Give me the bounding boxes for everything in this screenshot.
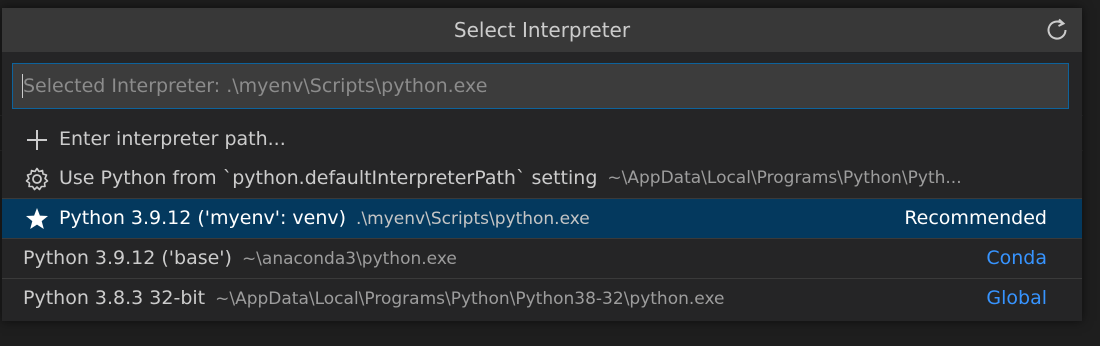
- interpreter-item-base[interactable]: Python 3.9.12 ('base') ~\anaconda3\python…: [2, 238, 1082, 278]
- list-item-description: ~\anaconda3\python.exe: [241, 249, 457, 269]
- star-icon: [26, 208, 48, 229]
- conda-badge: Conda: [986, 247, 1047, 269]
- list-item-label-text: Python 3.9.12 ('myenv': venv): [59, 207, 347, 229]
- quickpick-title-text: Select Interpreter: [453, 18, 631, 42]
- quickpick-title: Select Interpreter: [2, 8, 1082, 52]
- interpreter-item-myenv[interactable]: Python 3.9.12 ('myenv': venv) .\myenv\Scr…: [2, 198, 1082, 238]
- default-interpreter-setting-item[interactable]: Use Python from `python.defaultInterpret…: [2, 159, 1082, 198]
- interpreter-list: Enter interpreter path... Use Python fro…: [2, 120, 1082, 318]
- select-interpreter-quickpick: Select Interpreter Enter interpreter pat…: [2, 8, 1082, 321]
- interpreter-item-global[interactable]: Python 3.8.3 32-bit ~\AppData\Local\Progr…: [2, 278, 1082, 318]
- list-item-description: .\myenv\Scripts\python.exe: [356, 209, 590, 229]
- list-item-label: Enter interpreter path...: [59, 128, 286, 150]
- list-item-label-text: Python 3.8.3 32-bit: [23, 287, 206, 309]
- list-item-label-text: Python 3.9.12 ('base'): [23, 247, 232, 269]
- text-caret: [22, 74, 23, 98]
- list-item-label: Python 3.9.12 ('base') ~\anaconda3\python…: [23, 239, 457, 278]
- list-item-label: Python 3.8.3 32-bit ~\AppData\Local\Progr…: [23, 279, 724, 318]
- global-badge: Global: [986, 287, 1047, 309]
- list-item-description: ~\AppData\Local\Programs\Python\Python38…: [215, 289, 725, 309]
- list-item-label: Use Python from `python.defaultInterpret…: [59, 159, 962, 198]
- enter-interpreter-path-item[interactable]: Enter interpreter path...: [2, 120, 1082, 159]
- gear-icon: [25, 167, 49, 191]
- list-item-label-text: Use Python from `python.defaultInterpret…: [59, 167, 598, 189]
- interpreter-search-input[interactable]: [13, 64, 1068, 108]
- list-item-label: Python 3.9.12 ('myenv': venv) .\myenv\Scr…: [59, 199, 590, 238]
- list-item-description: ~\AppData\Local\Programs\Python\Pyth...: [607, 168, 962, 188]
- add-icon: [27, 130, 47, 150]
- recommended-badge: Recommended: [904, 207, 1047, 229]
- refresh-icon[interactable]: [1044, 17, 1070, 43]
- interpreter-search-field[interactable]: [12, 63, 1069, 109]
